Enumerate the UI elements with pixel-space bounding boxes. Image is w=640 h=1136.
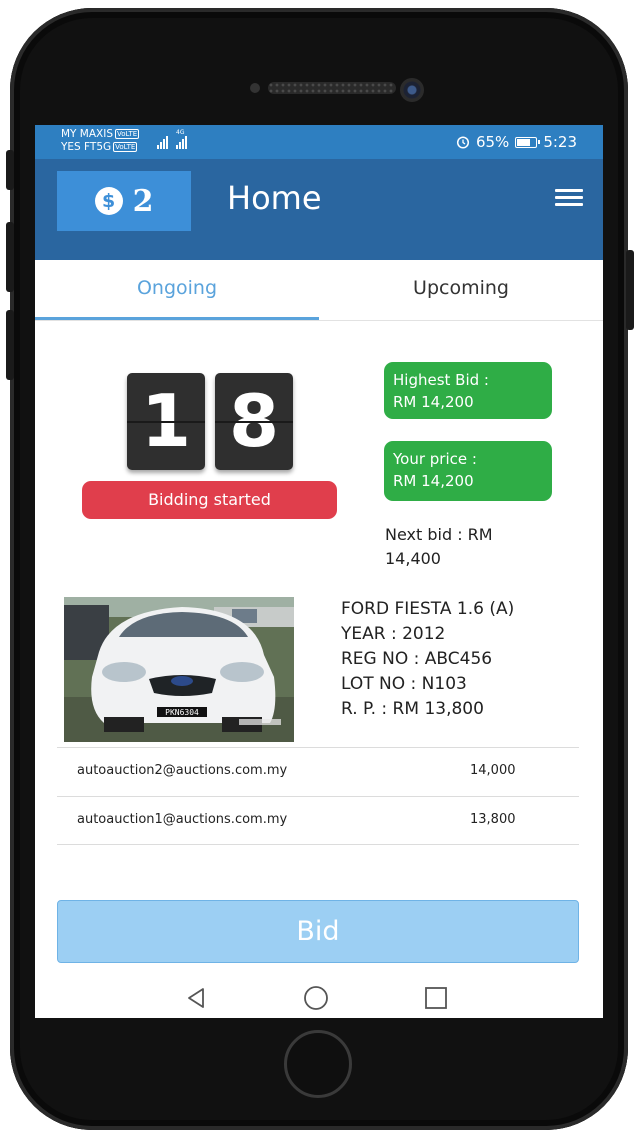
status-right: 65% 5:23: [456, 133, 577, 151]
next-bid-line2: 14,400: [385, 549, 441, 568]
car-image: PKN6304: [64, 597, 294, 742]
tab-ongoing[interactable]: Ongoing: [35, 260, 319, 320]
signal-icon: 4G: [157, 129, 187, 149]
android-nav-bar: [35, 975, 603, 1018]
bid-amount: 14,000: [470, 763, 516, 778]
bid-button[interactable]: Bid: [57, 900, 579, 963]
network-type: 4G: [176, 129, 185, 136]
your-price-card: Your price : RM 14,200: [384, 441, 552, 501]
bid-history-row: autoauction2@auctions.com.my 14,000: [57, 747, 579, 795]
status-bar: MY MAXIS VoLTE YES FT5G VoLTE 4G 65% 5:23: [35, 125, 603, 159]
battery-percent: 65%: [475, 133, 510, 151]
credits-button[interactable]: $ 2: [57, 171, 191, 231]
car-lot-no: LOT NO : N103: [341, 674, 467, 694]
your-price-label: Your price :: [393, 450, 477, 468]
earpiece-speaker: [268, 82, 396, 94]
volte-badge: VoLTE: [115, 129, 140, 139]
bid-history-divider: [57, 844, 579, 845]
app-bar: $ 2 Home: [35, 159, 603, 260]
back-icon[interactable]: [181, 983, 211, 1013]
dollar-icon: $: [94, 187, 123, 215]
bidder-email: autoauction2@auctions.com.my: [77, 763, 288, 778]
your-price-value: RM 14,200: [393, 472, 474, 490]
credit-count: 2: [132, 183, 154, 219]
home-icon[interactable]: [301, 983, 331, 1013]
car-photo[interactable]: PKN6304: [64, 597, 294, 742]
car-model: FORD FIESTA 1.6 (A): [341, 599, 515, 619]
volume-up-button: [6, 222, 14, 292]
highest-bid-value: RM 14,200: [393, 393, 474, 411]
mute-switch: [6, 150, 14, 190]
highest-bid-label: Highest Bid :: [393, 371, 489, 389]
bidding-status-badge: Bidding started: [82, 481, 337, 519]
car-reserve-price: R. P. : RM 13,800: [341, 699, 484, 719]
car-reg-no: REG NO : ABC456: [341, 649, 493, 669]
countdown-digit-2: 8: [215, 373, 293, 470]
countdown-digit-1: 1: [127, 373, 205, 470]
proximity-sensor: [250, 83, 260, 93]
hamburger-menu-icon[interactable]: [555, 189, 583, 207]
carrier1: MY MAXIS: [61, 128, 114, 140]
recents-icon[interactable]: [421, 983, 451, 1013]
alarm-icon: [456, 136, 470, 149]
bid-history-row: autoauction1@auctions.com.my 13,800: [57, 796, 579, 844]
tab-bar: Ongoing Upcoming: [35, 260, 603, 321]
next-bid-text: Next bid : RM 14,400: [385, 523, 535, 571]
car-details: FORD FIESTA 1.6 (A) YEAR : 2012 REG NO :…: [341, 597, 514, 722]
highest-bid-card: Highest Bid : RM 14,200: [384, 362, 552, 419]
next-bid-line1: Next bid : RM: [385, 525, 493, 544]
hardware-home-button[interactable]: [284, 1030, 352, 1098]
carrier-info: MY MAXIS VoLTE YES FT5G VoLTE: [61, 128, 140, 154]
front-camera: [400, 78, 424, 102]
carrier2: YES FT5G: [61, 141, 112, 153]
battery-icon: [515, 136, 541, 148]
bid-amount: 13,800: [470, 812, 516, 827]
app-screen: MY MAXIS VoLTE YES FT5G VoLTE 4G 65% 5:23 …: [35, 125, 603, 1018]
volte-badge: VoLTE: [113, 142, 138, 152]
clock: 5:23: [543, 133, 577, 151]
tab-upcoming[interactable]: Upcoming: [319, 260, 603, 320]
car-year: YEAR : 2012: [341, 624, 446, 644]
power-button: [626, 250, 634, 330]
bidder-email: autoauction1@auctions.com.my: [77, 812, 288, 827]
page-title: Home: [227, 179, 322, 217]
volume-down-button: [6, 310, 14, 380]
plate-text: PKN6304: [165, 708, 199, 717]
